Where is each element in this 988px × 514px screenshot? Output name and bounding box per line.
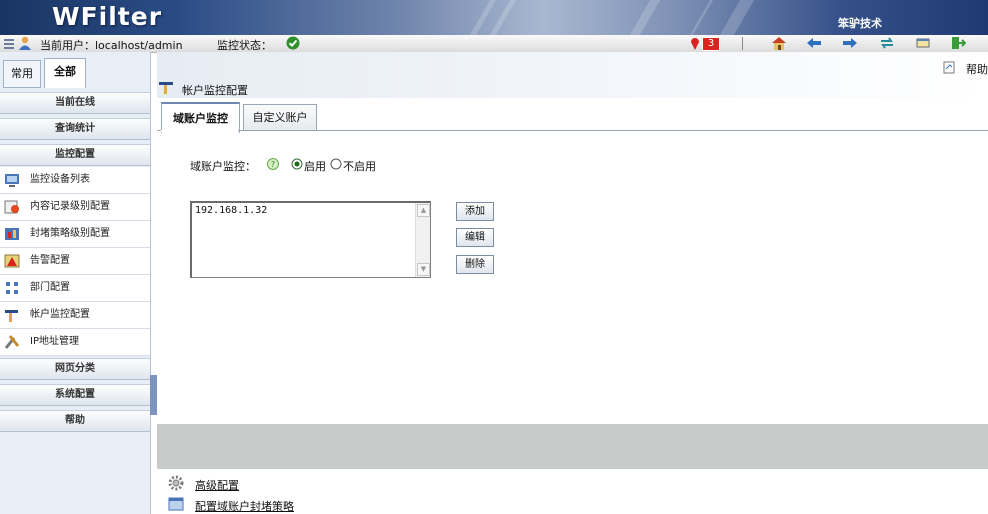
home-icon[interactable] xyxy=(771,36,787,50)
sidebar-section-online[interactable]: 当前在线 xyxy=(0,92,150,114)
radio-disable-label[interactable]: 不启用 xyxy=(343,158,376,174)
sidebar-item-label: 内容记录级别配置 xyxy=(30,201,110,212)
sidebar-collapse-handle[interactable] xyxy=(150,375,157,415)
sidebar-section-system-config[interactable]: 系统配置 xyxy=(0,384,150,406)
radio-enable[interactable] xyxy=(291,158,303,170)
svg-text:?: ? xyxy=(271,160,275,169)
block-policy-icon xyxy=(5,228,19,240)
domain-block-policy-link[interactable]: 配置域账户封堵策略 xyxy=(195,498,294,514)
alert-pin-icon[interactable] xyxy=(690,36,700,50)
monitor-status-label: 监控状态： xyxy=(217,39,272,52)
sidebar-section-web-category[interactable]: 网页分类 xyxy=(0,358,150,380)
radio-disable[interactable] xyxy=(330,158,342,170)
menu-icon[interactable] xyxy=(4,38,16,49)
domain-monitor-label: 域账户监控： xyxy=(190,160,256,173)
tab-divider xyxy=(157,130,988,131)
scroll-up-icon[interactable]: ▲ xyxy=(417,204,430,217)
monitor-device-icon xyxy=(5,174,19,187)
current-user-label: 当前用户：localhost/admin xyxy=(40,39,183,52)
ip-list-box[interactable]: 192.168.1.32 ▲ ▼ xyxy=(190,201,431,278)
sidebar-item-content-record[interactable]: 内容记录级别配置 xyxy=(0,194,150,221)
page-title: 帐户监控配置 xyxy=(182,84,248,97)
brand-text: 笨驴技术 xyxy=(838,17,882,30)
page-header xyxy=(157,52,988,98)
sidebar-item-account-monitor[interactable]: 帐户监控配置 xyxy=(0,302,150,329)
banner-decoration xyxy=(719,0,755,35)
alarm-icon xyxy=(4,254,20,268)
radio-enable-label[interactable]: 启用 xyxy=(304,158,326,174)
toolbar-divider xyxy=(742,37,743,50)
sidebar-item-label: 监控设备列表 xyxy=(30,174,90,185)
ip-list-item[interactable]: 192.168.1.32 xyxy=(195,205,267,216)
ip-tools-icon xyxy=(4,335,20,349)
department-icon xyxy=(6,282,18,294)
active-tab-gap xyxy=(161,130,238,132)
account-monitor-icon xyxy=(159,82,173,94)
sidebar-item-department[interactable]: 部门配置 xyxy=(0,275,150,302)
ip-list-scrollbar[interactable]: ▲ ▼ xyxy=(415,203,430,277)
exit-icon[interactable] xyxy=(950,36,966,50)
delete-button[interactable]: 删除 xyxy=(456,255,494,274)
back-arrow-icon[interactable] xyxy=(806,36,822,50)
sidebar-item-ip-management[interactable]: IP地址管理 xyxy=(0,329,150,356)
forward-arrow-icon[interactable] xyxy=(842,36,858,50)
sidebar-item-label: 告警配置 xyxy=(30,255,70,266)
sidebar-tab-common[interactable]: 常用 xyxy=(3,60,41,88)
sidebar-item-label: 帐户监控配置 xyxy=(30,309,90,320)
help-link[interactable]: 帮助 xyxy=(966,61,988,77)
sidebar-item-label: 封堵策略级别配置 xyxy=(30,228,110,239)
window-icon xyxy=(168,497,184,511)
help-doc-icon[interactable] xyxy=(943,61,956,74)
sidebar-item-alarm[interactable]: 告警配置 xyxy=(0,248,150,275)
app-logo: WFilter xyxy=(52,2,163,31)
sidebar-item-label: 部门配置 xyxy=(30,282,70,293)
sidebar-tab-all[interactable]: 全部 xyxy=(44,58,86,88)
window-icon[interactable] xyxy=(915,36,931,50)
banner-decoration xyxy=(489,0,517,35)
add-button[interactable]: 添加 xyxy=(456,202,494,221)
scroll-down-icon[interactable]: ▼ xyxy=(417,263,430,276)
content-footer-band xyxy=(157,424,988,469)
tab-custom-account[interactable]: 自定义账户 xyxy=(243,104,317,131)
help-question-icon[interactable]: ? xyxy=(267,158,279,170)
content-record-icon xyxy=(4,200,19,214)
tab-domain-account[interactable]: 域账户监控 xyxy=(161,102,240,133)
banner-decoration xyxy=(629,0,661,35)
refresh-icon[interactable] xyxy=(879,36,895,50)
sidebar-item-monitor-devices[interactable]: 监控设备列表 xyxy=(0,167,150,194)
sidebar-item-block-policy[interactable]: 封堵策略级别配置 xyxy=(0,221,150,248)
sidebar-section-help[interactable]: 帮助 xyxy=(0,410,150,432)
edit-button[interactable]: 编辑 xyxy=(456,228,494,247)
sidebar-item-label: IP地址管理 xyxy=(30,336,79,347)
gear-icon xyxy=(168,475,184,491)
user-icon xyxy=(19,36,31,50)
alert-count-badge[interactable]: 3 xyxy=(702,37,720,51)
sidebar-section-query[interactable]: 查询统计 xyxy=(0,118,150,140)
advanced-config-link[interactable]: 高级配置 xyxy=(195,477,239,493)
sidebar-section-monitor-config[interactable]: 监控配置 xyxy=(0,144,150,166)
top-toolbar: 当前用户：localhost/admin 监控状态： 3 xyxy=(0,35,988,53)
check-circle-icon xyxy=(286,36,300,50)
banner-decoration xyxy=(689,0,714,35)
account-monitor-icon xyxy=(5,310,18,322)
